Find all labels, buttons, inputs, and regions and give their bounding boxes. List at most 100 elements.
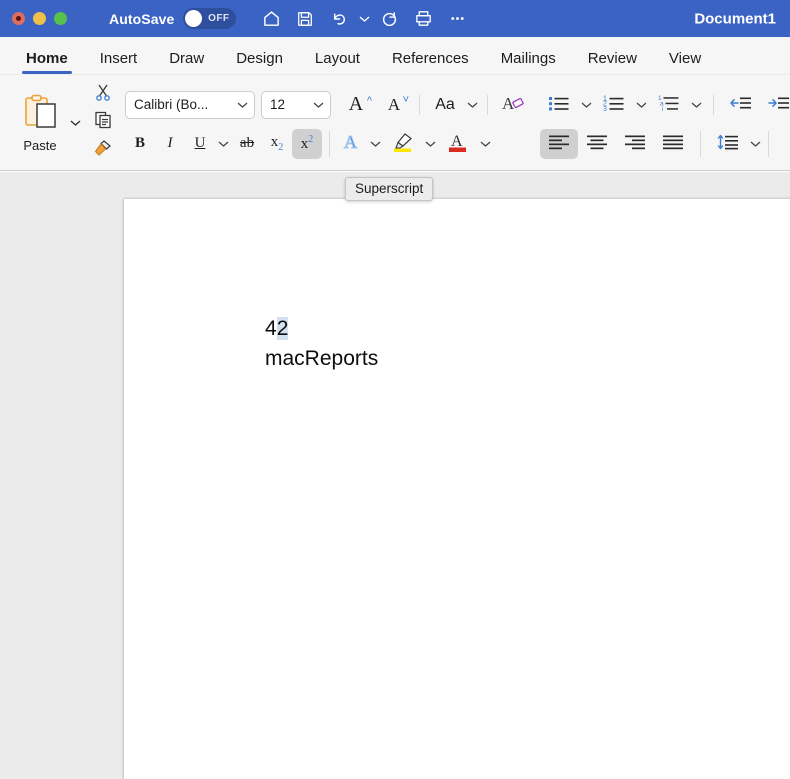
paste-dropdown-icon[interactable] <box>68 95 81 151</box>
font-color-icon: A <box>446 131 470 157</box>
bullets-button[interactable] <box>540 90 578 120</box>
underline-button[interactable]: U <box>185 129 215 159</box>
redo-icon[interactable] <box>372 4 406 34</box>
paste-button[interactable]: Paste <box>12 93 68 153</box>
line-spacing-dropdown-icon[interactable] <box>747 129 764 159</box>
document-page[interactable]: 42 macReports <box>124 199 790 779</box>
clear-formatting-icon: A <box>501 92 525 118</box>
change-case-label: Aa <box>435 95 455 113</box>
subscript-button[interactable]: x2 <box>262 129 292 159</box>
close-window-button[interactable] <box>12 12 25 25</box>
italic-button[interactable]: I <box>155 129 185 159</box>
svg-text:A: A <box>451 133 463 150</box>
tab-home[interactable]: Home <box>10 50 84 74</box>
font-color-dropdown-icon[interactable] <box>477 129 494 159</box>
clipboard-group: Paste <box>0 75 117 170</box>
undo-icon[interactable] <box>322 4 356 34</box>
document-text-selected: 2 <box>276 317 289 340</box>
multilevel-list-button[interactable]: 1 a i <box>650 90 688 120</box>
scissors-icon <box>93 82 113 107</box>
numbering-dropdown-icon[interactable] <box>633 90 650 120</box>
document-line-2[interactable]: macReports <box>265 347 378 371</box>
highlight-button[interactable] <box>384 129 422 159</box>
clipboard-small-buttons <box>89 82 117 164</box>
justify-icon <box>661 132 685 156</box>
font-size-combo[interactable] <box>261 90 331 119</box>
font-color-button[interactable]: A <box>439 129 477 159</box>
line-spacing-button[interactable] <box>709 129 747 159</box>
copy-button[interactable] <box>89 110 117 136</box>
bullet-list-icon <box>547 93 571 117</box>
align-center-button[interactable] <box>578 129 616 159</box>
text-effects-button[interactable]: A <box>337 129 367 159</box>
align-left-button[interactable] <box>540 128 578 159</box>
superscript-tooltip: Superscript <box>345 177 434 201</box>
strikethrough-button[interactable]: ab <box>232 129 262 159</box>
autosave-toggle[interactable]: OFF <box>183 8 237 29</box>
tab-design[interactable]: Design <box>220 50 299 74</box>
decrease-indent-icon <box>729 93 753 117</box>
autosave-control[interactable]: AutoSave OFF <box>109 8 237 29</box>
cut-button[interactable] <box>89 82 117 108</box>
autosave-toggle-knob <box>185 10 203 27</box>
multilevel-list-dropdown-icon[interactable] <box>688 90 705 120</box>
minimize-window-button[interactable] <box>33 12 46 25</box>
bold-button[interactable]: B <box>125 129 155 159</box>
tab-view[interactable]: View <box>653 50 717 74</box>
caret-up-icon: ^ <box>366 94 372 107</box>
shrink-font-button[interactable]: A ˅ <box>375 90 413 120</box>
subscript-sup-label: 2 <box>278 142 284 153</box>
grow-font-label: A <box>348 93 364 115</box>
italic-label: I <box>167 135 173 151</box>
superscript-button[interactable]: x2 <box>292 128 322 159</box>
paragraph-group-row-1: 1 2 3 1 a i <box>540 81 790 123</box>
numbering-button[interactable]: 1 2 3 <box>595 90 633 120</box>
tab-mailings[interactable]: Mailings <box>485 50 572 74</box>
document-canvas[interactable]: 42 macReports <box>0 172 790 779</box>
increase-indent-button[interactable] <box>760 90 790 120</box>
paste-icon <box>19 93 61 136</box>
underline-label: U <box>194 135 206 151</box>
home-icon[interactable] <box>254 4 288 34</box>
tab-review[interactable]: Review <box>572 50 653 74</box>
clear-formatting-button[interactable]: A <box>494 90 532 120</box>
font-name-input[interactable] <box>125 90 255 119</box>
decrease-indent-button[interactable] <box>722 90 760 120</box>
save-icon[interactable] <box>288 4 322 34</box>
align-center-icon <box>585 132 609 156</box>
change-case-button[interactable]: Aa <box>426 90 464 120</box>
tab-draw[interactable]: Draw <box>153 50 220 74</box>
more-options-icon[interactable] <box>440 4 474 34</box>
format-painter-button[interactable] <box>89 138 117 164</box>
tab-insert[interactable]: Insert <box>84 50 154 74</box>
document-title: Document1 <box>694 10 776 27</box>
caret-down-icon: ˅ <box>402 93 409 106</box>
autosave-state-label: OFF <box>208 13 230 24</box>
align-right-button[interactable] <box>616 129 654 159</box>
document-line-1[interactable]: 42 <box>265 317 289 341</box>
numbered-list-icon: 1 2 3 <box>602 93 626 117</box>
maximize-window-button[interactable] <box>54 12 67 25</box>
change-case-dropdown-icon[interactable] <box>464 90 481 120</box>
font-group-row-2: B I U ab x2 x2 A A <box>125 123 532 165</box>
grow-font-button[interactable]: A ^ <box>337 90 375 120</box>
justify-button[interactable] <box>654 129 692 159</box>
tab-references[interactable]: References <box>376 50 485 74</box>
text-effects-dropdown-icon[interactable] <box>367 129 384 159</box>
undo-dropdown-icon[interactable] <box>356 4 372 34</box>
document-text-plain: 4 <box>265 317 277 340</box>
print-icon[interactable] <box>406 4 440 34</box>
bullets-dropdown-icon[interactable] <box>578 90 595 120</box>
svg-text:A: A <box>344 132 357 152</box>
autosave-label: AutoSave <box>109 10 175 27</box>
highlighter-icon <box>391 131 415 157</box>
tab-layout[interactable]: Layout <box>299 50 376 74</box>
font-size-input[interactable] <box>261 90 331 119</box>
strikethrough-label: ab <box>239 135 255 151</box>
text-effects-icon: A <box>341 131 363 156</box>
font-name-combo[interactable] <box>125 90 255 119</box>
copy-icon <box>93 110 113 135</box>
increase-indent-icon <box>767 93 790 117</box>
highlight-dropdown-icon[interactable] <box>422 129 439 159</box>
underline-dropdown-icon[interactable] <box>215 129 232 159</box>
